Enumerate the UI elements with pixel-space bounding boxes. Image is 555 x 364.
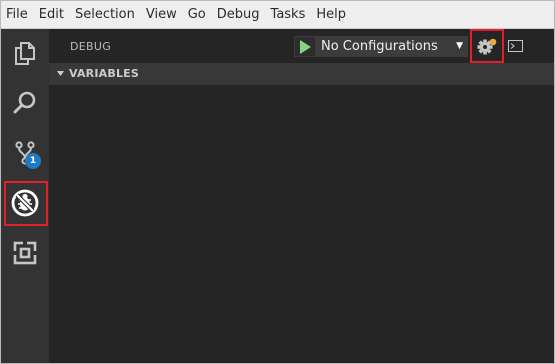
- extensions-icon: [13, 241, 37, 265]
- gear-icon: [477, 38, 497, 55]
- activity-bar: 1: [1, 29, 49, 363]
- debug-console-icon: [507, 40, 523, 52]
- play-icon: [300, 39, 311, 54]
- chevron-down-icon: ▼: [456, 41, 463, 51]
- activity-extensions[interactable]: [1, 229, 49, 277]
- activity-source-control[interactable]: [1, 129, 49, 177]
- sidebar-title: DEBUG: [70, 40, 112, 53]
- menu-selection[interactable]: Selection: [70, 1, 141, 28]
- variables-title: VARIABLES: [69, 67, 139, 80]
- menu-file[interactable]: File: [1, 1, 34, 28]
- configuration-value: No Configurations: [321, 39, 438, 54]
- open-launch-json-button[interactable]: [474, 35, 500, 57]
- files-icon: [15, 42, 35, 65]
- debug-sidebar: DEBUG No Configurations ▼ VARIABLES: [49, 29, 554, 363]
- menu-view[interactable]: View: [141, 1, 183, 28]
- debug-toolbar: DEBUG No Configurations ▼: [49, 29, 554, 63]
- menu-tasks[interactable]: Tasks: [266, 1, 312, 28]
- search-icon: [13, 91, 36, 114]
- menu-go[interactable]: Go: [183, 1, 212, 28]
- activity-explorer[interactable]: [1, 29, 49, 77]
- chevron-down-icon: [57, 71, 64, 76]
- activity-search[interactable]: [1, 79, 49, 127]
- menu-bar: File Edit Selection View Go Debug Tasks …: [1, 1, 554, 29]
- activity-debug[interactable]: [1, 179, 49, 227]
- menu-edit[interactable]: Edit: [34, 1, 70, 28]
- debug-icon: [11, 189, 39, 217]
- variables-section-header[interactable]: VARIABLES: [49, 63, 554, 85]
- debug-console-button[interactable]: [506, 37, 524, 55]
- source-control-badge: 1: [25, 153, 41, 169]
- menu-debug[interactable]: Debug: [212, 1, 266, 28]
- start-debugging-button[interactable]: [294, 36, 316, 57]
- vscode-window: File Edit Selection View Go Debug Tasks …: [0, 0, 555, 364]
- configuration-select[interactable]: No Configurations ▼: [316, 36, 468, 57]
- menu-help[interactable]: Help: [311, 1, 352, 28]
